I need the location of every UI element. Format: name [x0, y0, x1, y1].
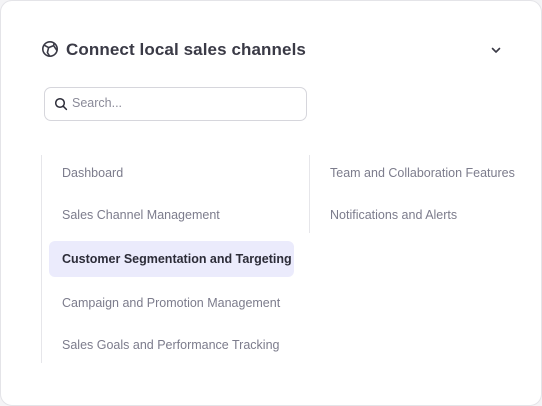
- menu-column-left: Dashboard Sales Channel Management Custo…: [41, 155, 302, 363]
- globe-icon: [41, 40, 59, 58]
- menu-item-sales-channel-management[interactable]: Sales Channel Management: [49, 197, 294, 233]
- card-header: Connect local sales channels: [41, 37, 503, 63]
- menu-item-team-collaboration[interactable]: Team and Collaboration Features: [317, 155, 539, 191]
- menu-item-campaign-promotion[interactable]: Campaign and Promotion Management: [49, 285, 294, 321]
- page-title: Connect local sales channels: [66, 40, 306, 59]
- menu-item-notifications-alerts[interactable]: Notifications and Alerts: [317, 197, 539, 233]
- menu-item-sales-goals[interactable]: Sales Goals and Performance Tracking: [49, 327, 294, 363]
- menu-column-right: Team and Collaboration Features Notifica…: [309, 155, 540, 233]
- menu-card: Connect local sales channels Dashboard S…: [0, 0, 542, 406]
- search-input[interactable]: [72, 88, 297, 118]
- menu-item-dashboard[interactable]: Dashboard: [49, 155, 294, 191]
- search-icon: [54, 97, 68, 111]
- search-box: [44, 87, 307, 121]
- menu-item-customer-segmentation[interactable]: Customer Segmentation and Targeting: [49, 241, 294, 277]
- chevron-down-icon[interactable]: [489, 43, 503, 57]
